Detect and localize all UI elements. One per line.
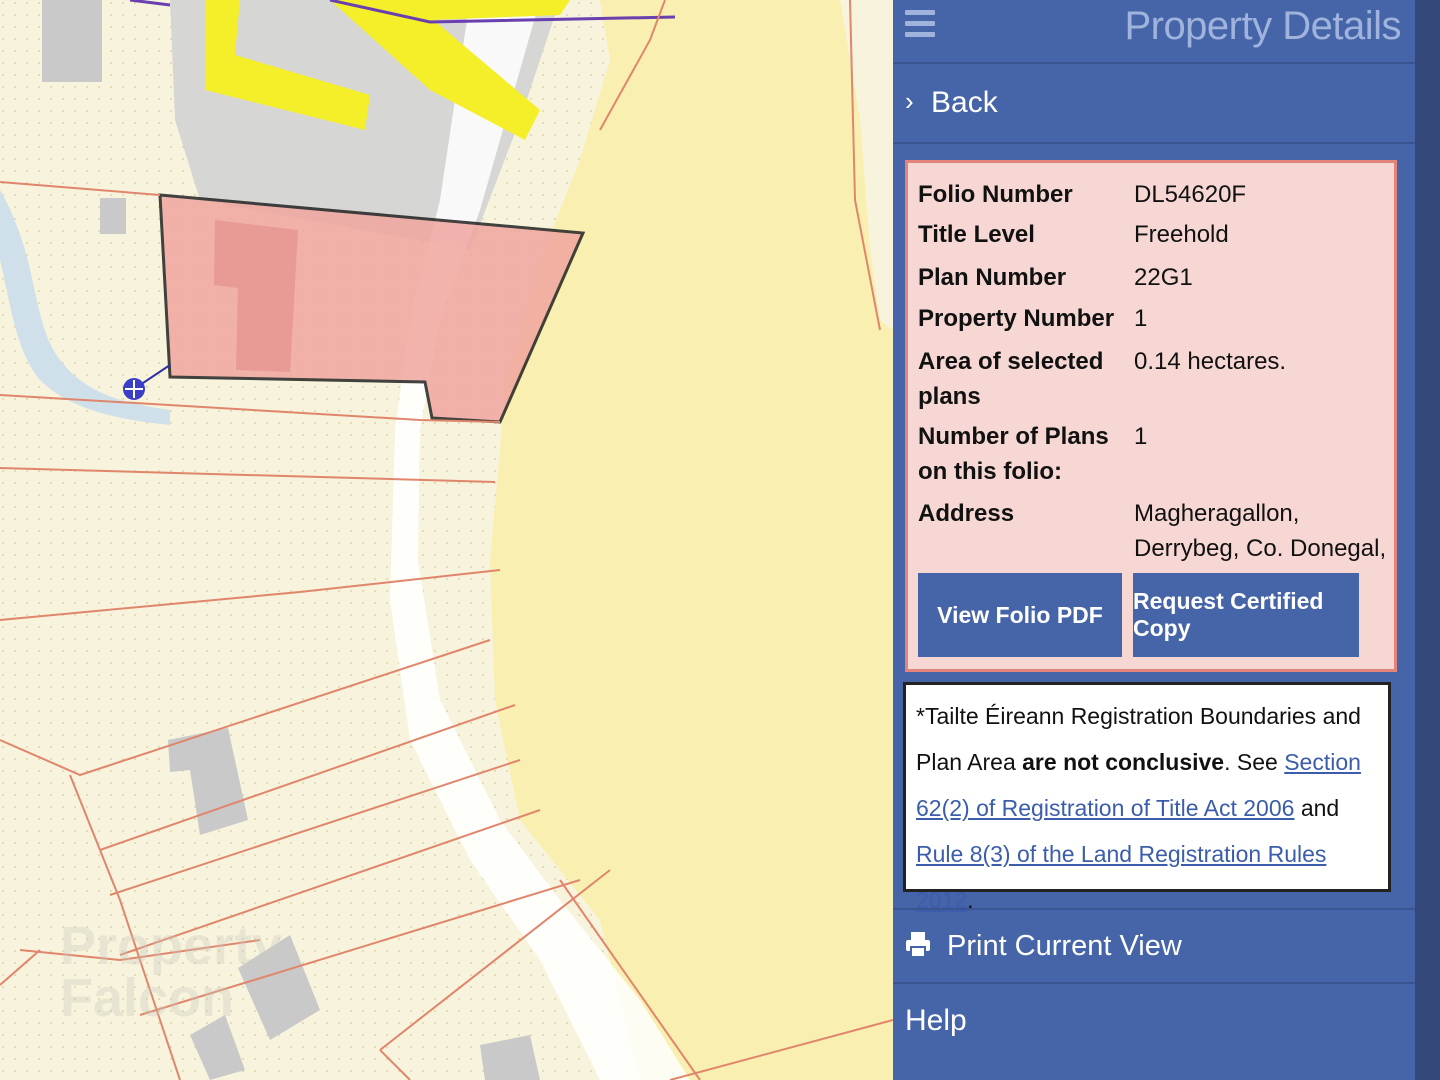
detail-label: Title Level: [918, 221, 1035, 248]
back-label: Back: [931, 86, 998, 119]
disclaimer-text: and: [1294, 795, 1340, 821]
panel-header: Property Details: [893, 0, 1415, 62]
disclaimer-box: *Tailte Éireann Registration Boundaries …: [903, 682, 1391, 913]
property-details-box: Folio Number DL54620F Title Level Freeho…: [905, 160, 1397, 672]
disclaimer-text: . See: [1224, 749, 1285, 775]
view-folio-pdf-button[interactable]: View Folio PDF: [918, 573, 1122, 657]
building-1: [42, 0, 102, 82]
detail-label: Number of Plans on this folio:: [918, 423, 1109, 485]
help-label: Help: [905, 1004, 967, 1037]
divider: [893, 142, 1415, 144]
panel-scrollbar[interactable]: [1415, 0, 1440, 1080]
rule-8-link[interactable]: Rule 8(3) of the Land Registration Rules…: [916, 841, 1326, 913]
map-view[interactable]: Property Falcon: [0, 0, 893, 1080]
help-button[interactable]: Help: [893, 984, 1415, 1064]
hamburger-bar: [905, 32, 935, 37]
detail-label: Plan Number: [918, 264, 1067, 291]
request-certified-copy-button[interactable]: Request Certified Copy: [1133, 573, 1359, 657]
hamburger-bar: [905, 21, 935, 26]
hamburger-menu-icon[interactable]: [905, 10, 935, 40]
watermark-line-1: Property: [60, 916, 283, 976]
detail-label: Address: [918, 500, 1015, 527]
detail-label: Property Number: [918, 305, 1115, 332]
detail-label: Folio Number: [918, 181, 1073, 208]
building-2: [100, 198, 126, 234]
back-button[interactable]: › Back: [893, 64, 1415, 142]
chevron-right-icon: ›: [905, 86, 914, 116]
printer-icon: [906, 932, 930, 958]
detail-label: Area of selected plans: [918, 348, 1104, 410]
detail-value: 22G1: [1134, 264, 1193, 291]
detail-value: DL54620F: [1134, 181, 1247, 208]
watermark: Property Falcon: [60, 916, 283, 1028]
print-label: Print Current View: [947, 930, 1182, 962]
panel-title: Property Details: [1124, 4, 1401, 48]
disclaimer-emphasis: are not conclusive: [1022, 749, 1225, 775]
detail-value: 1: [1134, 305, 1148, 332]
detail-value: Freehold: [1134, 221, 1229, 248]
property-details-panel: Property Details › Back Folio Number DL5…: [893, 0, 1415, 1080]
watermark-line-2: Falcon: [60, 968, 235, 1028]
detail-value: 1: [1134, 423, 1148, 450]
hamburger-bar: [905, 10, 935, 15]
print-current-view-button[interactable]: Print Current View: [893, 910, 1415, 982]
detail-value: 0.14 hectares.: [1134, 348, 1287, 375]
